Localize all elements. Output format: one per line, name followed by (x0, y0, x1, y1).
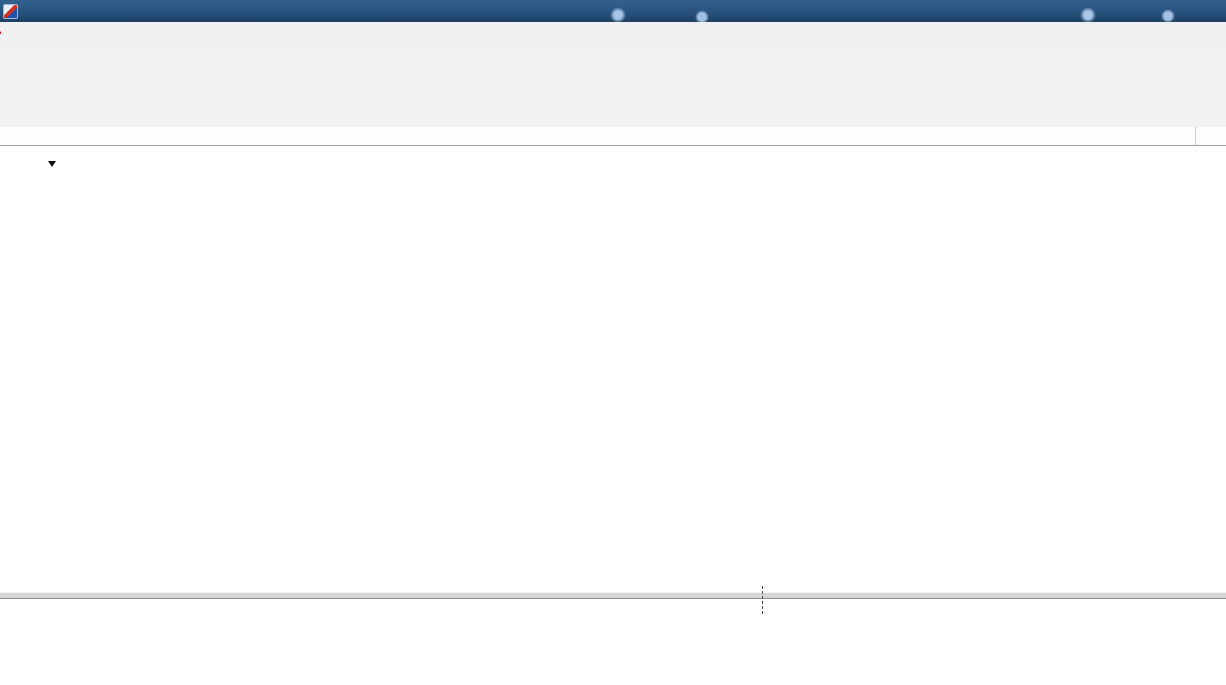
date-axis-border (1195, 127, 1196, 145)
crosshair-vline (762, 586, 763, 614)
navigation-toolbar (0, 75, 1226, 102)
macd-chart-canvas[interactable] (0, 597, 1226, 685)
date-axis (0, 127, 1226, 146)
gann-tools-toolbar (0, 101, 1226, 128)
kline-chart-canvas[interactable] (0, 145, 1226, 592)
menu-bar: ▪ (0, 22, 1226, 46)
menu-corner-icon: ▪ (0, 28, 8, 39)
quick-toolbar (0, 45, 1226, 76)
app-icon (3, 4, 18, 19)
title-bar[interactable] (0, 0, 1226, 23)
winner-gann-app-window: { "window": {"title": "赢家江恩专业版[赢家内部服务平台]… (0, 0, 1226, 685)
